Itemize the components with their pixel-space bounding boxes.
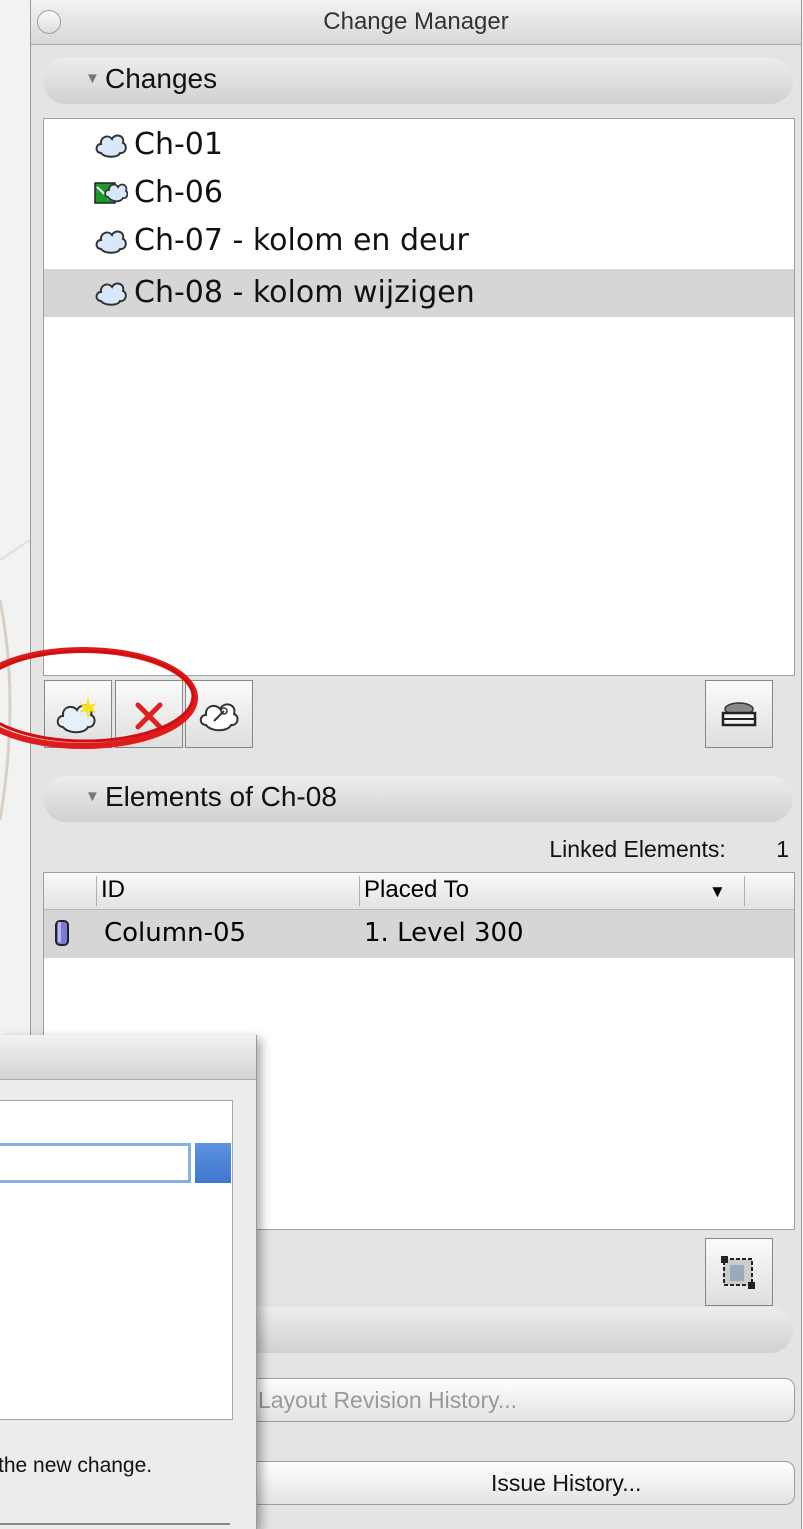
changes-section-header[interactable]: ▼ Changes xyxy=(43,58,793,104)
issue-history-button[interactable]: Issue History... xyxy=(215,1461,795,1505)
dialog-list[interactable] xyxy=(0,1100,233,1420)
selection-highlight xyxy=(195,1143,231,1183)
elements-section-header[interactable]: ▼ Elements of Ch-08 xyxy=(43,776,793,822)
linked-elements-label: Linked Elements: xyxy=(549,836,726,862)
elements-table-header: ID Placed To ▼ xyxy=(44,873,794,910)
palette-title: Change Manager xyxy=(323,8,509,35)
cloud-issued-icon xyxy=(94,182,128,204)
disclosure-triangle-icon[interactable]: ▼ xyxy=(85,70,100,87)
change-row-ch-01[interactable]: Ch-01 xyxy=(44,121,794,169)
tray-icon xyxy=(721,702,757,727)
change-label: Ch-06 xyxy=(134,175,223,210)
annotation-circle xyxy=(0,647,198,749)
dialog-divider xyxy=(0,1523,230,1525)
change-row-ch-06[interactable]: Ch-06 xyxy=(44,169,794,217)
cloud-icon xyxy=(95,230,127,254)
column-element-icon xyxy=(55,920,69,946)
dialog-note: the new change. xyxy=(0,1454,153,1477)
settings-tray-button[interactable] xyxy=(705,680,773,748)
change-row-ch-08[interactable]: Ch-08 - kolom wijzigen xyxy=(44,269,794,317)
change-label: Ch-08 - kolom wijzigen xyxy=(134,275,475,310)
column-divider xyxy=(744,876,745,906)
elements-section-label: Elements of Ch-08 xyxy=(105,781,337,812)
new-change-dialog: the new change. xyxy=(0,1035,257,1529)
layout-revision-history-button[interactable]: Layout Revision History... xyxy=(215,1378,795,1422)
changes-section-label: Changes xyxy=(105,63,218,94)
linked-elements-count: 1 xyxy=(776,836,789,862)
linked-elements-info: Linked Elements: 1 xyxy=(549,836,789,863)
dialog-titlebar[interactable] xyxy=(0,1035,256,1080)
change-row-ch-07[interactable]: Ch-07 - kolom en deur xyxy=(44,217,794,265)
select-element-icon xyxy=(721,1256,755,1289)
column-header-id[interactable]: ID xyxy=(96,876,125,906)
change-name-field[interactable] xyxy=(0,1143,191,1183)
element-placed-to: 1. Level 300 xyxy=(364,918,524,948)
cloud-icon xyxy=(95,134,127,158)
element-id: Column-05 xyxy=(104,918,247,948)
table-row[interactable]: Column-05 1. Level 300 xyxy=(44,910,794,958)
column-header-placed-to[interactable]: Placed To xyxy=(359,876,469,906)
cloud-icon xyxy=(95,282,127,306)
show-element-button[interactable] xyxy=(705,1238,773,1306)
disclosure-triangle-icon[interactable]: ▼ xyxy=(85,788,100,805)
change-label: Ch-01 xyxy=(134,127,223,162)
palette-titlebar[interactable]: Change Manager xyxy=(31,0,801,45)
changes-list[interactable]: Ch-01 Ch-06 Ch-07 - kolom en deur Ch-08 … xyxy=(43,118,795,676)
sort-down-icon[interactable]: ▼ xyxy=(709,882,726,902)
change-label: Ch-07 - kolom en deur xyxy=(134,223,469,258)
